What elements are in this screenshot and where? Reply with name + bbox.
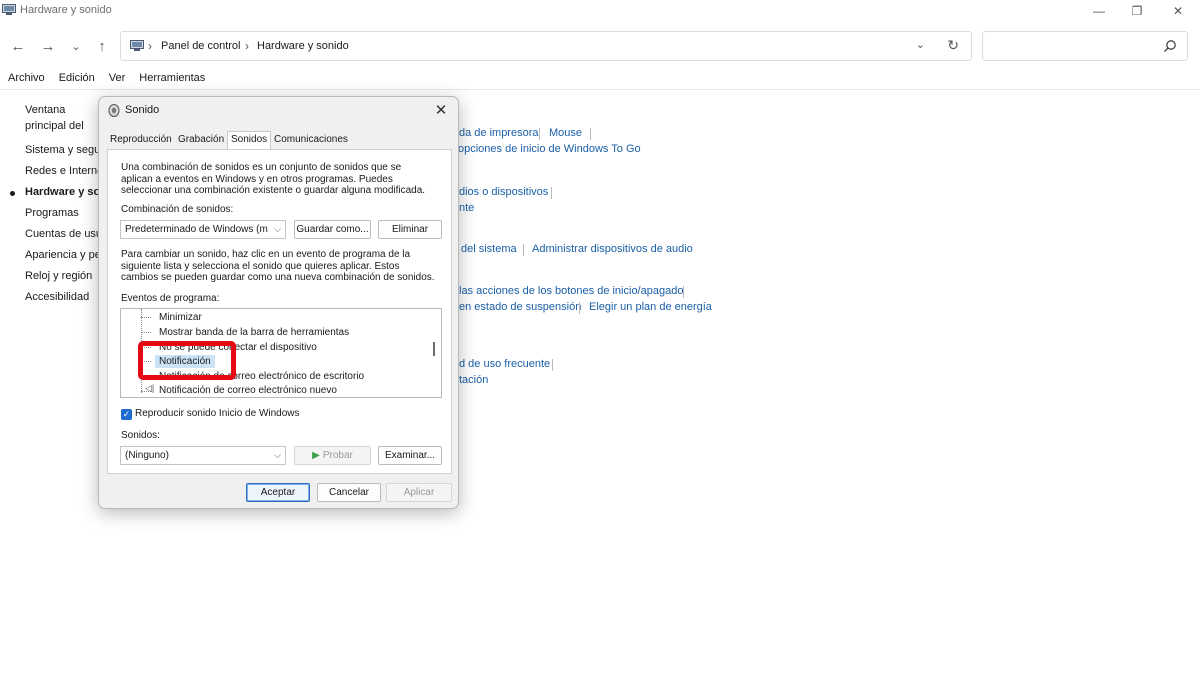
link-printer[interactable]: da de impresora	[459, 127, 539, 139]
scheme-label: Combinación de sonidos:	[121, 204, 234, 215]
breadcrumb-control-panel[interactable]: Panel de control	[161, 40, 241, 52]
forward-arrow-icon[interactable]: →	[38, 36, 58, 56]
scrollbar-thumb[interactable]	[433, 342, 435, 356]
window-title: Hardware y sonido	[20, 4, 112, 16]
refresh-icon[interactable]: ↻	[947, 37, 959, 54]
chevron-down-icon: ⌵	[274, 450, 281, 460]
breadcrumb-separator: ›	[245, 39, 249, 53]
list-item[interactable]: Minimizar	[159, 312, 202, 323]
menu-divider	[0, 89, 1200, 90]
restore-button[interactable]: ❐	[1115, 0, 1159, 22]
address-dropdown-chevron-icon[interactable]: ⌄	[916, 38, 925, 51]
events-instructions: Para cambiar un sonido, haz clic en un e…	[121, 249, 435, 283]
save-as-button[interactable]: Guardar como...	[294, 220, 371, 239]
link-sleep[interactable]: en estado de suspensión	[459, 301, 581, 313]
menu-edicion[interactable]: Edición	[59, 72, 95, 90]
active-bullet-icon	[10, 191, 15, 196]
red-highlight-box	[138, 341, 236, 380]
recent-locations-chevron-icon[interactable]: ⌄	[66, 36, 86, 56]
sidebar-item-network[interactable]: Redes e Internet	[25, 165, 100, 177]
navigation-bar: ← → ⌄ ↑ › Panel de control › Hardware y …	[0, 30, 1200, 62]
dialog-title: Sonido	[125, 104, 160, 116]
search-input[interactable]	[982, 31, 1188, 61]
menu-bar: Archivo Edición Ver Herramientas	[0, 72, 211, 90]
speaker-icon	[108, 104, 120, 117]
link-separator	[590, 128, 591, 140]
sidebar-item-system-security[interactable]: Sistema y seguridad	[25, 144, 100, 156]
up-arrow-icon[interactable]: ↑	[92, 36, 112, 56]
test-button[interactable]: ▶ Probar	[294, 446, 371, 465]
title-bar: Hardware y sonido — ❐ ✕	[0, 0, 1200, 22]
sound-select[interactable]: (Ninguno) ⌵	[120, 446, 286, 465]
sidebar-item-appearance[interactable]: Apariencia y personalización	[25, 249, 100, 261]
tab-recording[interactable]: Grabación	[178, 134, 224, 145]
tab-sounds[interactable]: Sonidos	[227, 131, 272, 150]
link-presentation[interactable]: tación	[459, 374, 488, 386]
link-power-plan[interactable]: Elegir un plan de energía	[589, 301, 712, 313]
sounds-label: Sonidos:	[121, 430, 160, 441]
tab-communications[interactable]: Comunicaciones	[274, 134, 348, 145]
control-panel-icon	[2, 4, 16, 15]
link-separator	[539, 128, 540, 140]
events-label: Eventos de programa:	[121, 293, 220, 304]
sidebar-item-user-accounts[interactable]: Cuentas de usuario	[25, 228, 100, 240]
link-separator	[551, 187, 552, 199]
link-separator	[579, 302, 580, 314]
startup-sound-checkbox[interactable]: ✓	[121, 409, 132, 420]
cancel-button[interactable]: Cancelar	[317, 483, 381, 502]
link-separator	[523, 244, 524, 256]
link-mouse[interactable]: Mouse	[549, 127, 582, 139]
link-media-devices[interactable]: dios o dispositivos	[459, 186, 548, 198]
breadcrumb-hardware-sound[interactable]: Hardware y sonido	[257, 40, 349, 52]
control-panel-icon	[130, 40, 144, 51]
sidebar-item-hardware-sound[interactable]: Hardware y sonido	[25, 186, 100, 198]
close-window-button[interactable]: ✕	[1156, 0, 1200, 22]
menu-archivo[interactable]: Archivo	[8, 72, 45, 90]
chevron-down-icon: ⌵	[274, 224, 281, 234]
play-icon: ▶	[312, 450, 320, 461]
link-audio-devices[interactable]: Administrar dispositivos de audio	[532, 243, 693, 255]
link-separator	[552, 359, 553, 371]
sidebar-item-programs[interactable]: Programas	[25, 207, 100, 219]
menu-herramientas[interactable]: Herramientas	[139, 72, 205, 90]
sidebar-item-accessibility[interactable]: Accesibilidad	[25, 291, 100, 303]
tree-branch	[141, 332, 151, 333]
link-windows-to-go[interactable]: opciones de inicio de Windows To Go	[458, 143, 641, 155]
sound-dialog: Sonido ✕ Reproducción Grabación Sonidos …	[98, 96, 459, 509]
sidebar-item-main[interactable]: Ventana principal del Panel de control	[25, 102, 100, 134]
search-icon	[1164, 40, 1176, 52]
list-item[interactable]: Mostrar banda de la barra de herramienta…	[159, 327, 349, 338]
back-arrow-icon[interactable]: ←	[8, 36, 28, 56]
speaker-icon: ◁|	[145, 383, 155, 393]
sounds-panel: Una combinación de sonidos es un conjunt…	[107, 149, 452, 474]
startup-sound-label: Reproducir sonido Inicio de Windows	[135, 408, 300, 419]
tab-playback[interactable]: Reproducción	[110, 134, 172, 145]
close-icon[interactable]: ✕	[430, 100, 452, 120]
breadcrumb-separator: ›	[148, 39, 152, 53]
scheme-description: Una combinación de sonidos es un conjunt…	[121, 162, 426, 196]
link-autoplay[interactable]: nte	[459, 202, 474, 214]
apply-button[interactable]: Aplicar	[386, 483, 452, 502]
sidebar-item-clock-region[interactable]: Reloj y región	[25, 270, 100, 282]
link-power-buttons[interactable]: las acciones de los botones de inicio/ap…	[459, 285, 683, 297]
menu-ver[interactable]: Ver	[109, 72, 126, 90]
tree-branch	[141, 317, 151, 318]
accept-button[interactable]: Aceptar	[246, 483, 310, 502]
link-frequent-use[interactable]: d de uso frecuente	[459, 358, 550, 370]
list-item[interactable]: Notificación de correo electrónico nuevo	[159, 385, 337, 396]
scheme-select[interactable]: Predeterminado de Windows (m ⌵	[120, 220, 286, 239]
delete-button[interactable]: Eliminar	[378, 220, 442, 239]
link-system-sounds[interactable]: del sistema	[461, 243, 517, 255]
browse-button[interactable]: Examinar...	[378, 446, 442, 465]
link-separator	[683, 286, 684, 298]
address-bar[interactable]: › Panel de control › Hardware y sonido ⌄…	[120, 31, 972, 61]
